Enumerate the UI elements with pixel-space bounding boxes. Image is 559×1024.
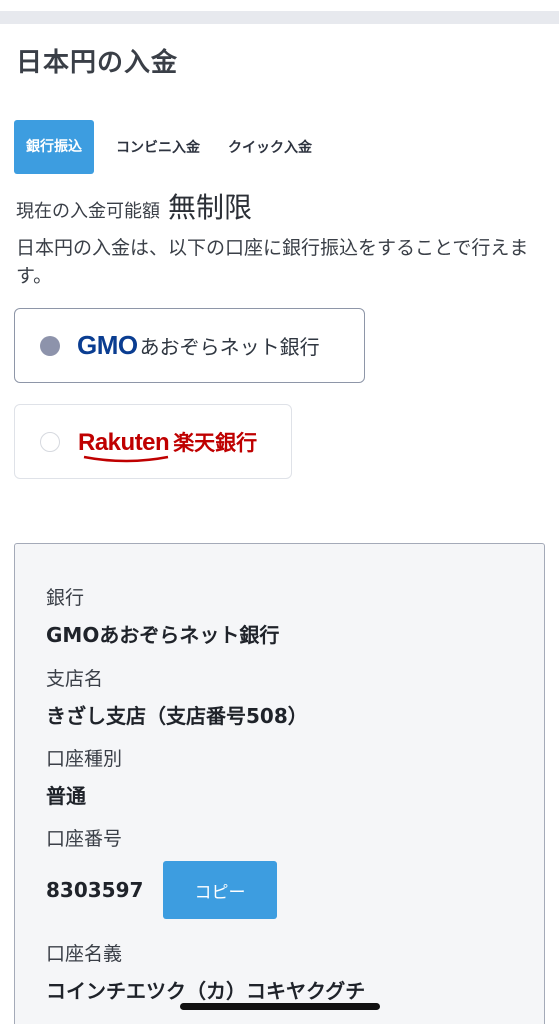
tab-bank-transfer[interactable]: 銀行振込 bbox=[14, 120, 94, 174]
bank-value: GMOあおぞらネット銀行 bbox=[46, 623, 280, 647]
rakuten-bank-logo: Rakuten 楽天銀行 bbox=[78, 427, 258, 462]
deposit-method-tabs: 銀行振込 コンビニ入金 クイック入金 bbox=[14, 120, 340, 174]
gmo-logo-mark: GMO bbox=[77, 330, 138, 360]
gmo-aozora-logo: GMO あおぞらネット銀行 bbox=[77, 330, 320, 361]
deposit-limit: 現在の入金可能額 無制限 bbox=[16, 186, 252, 226]
account-number-label: 口座番号 bbox=[46, 828, 123, 850]
bank-option-gmo[interactable]: GMO あおぞらネット銀行 bbox=[14, 308, 365, 383]
rakuten-logo-word: Rakuten bbox=[78, 428, 170, 462]
account-holder-value: コインチエツク（カ）コキヤクグチ bbox=[46, 979, 366, 1003]
top-bar bbox=[0, 0, 559, 24]
bank-option-rakuten[interactable]: Rakuten 楽天銀行 bbox=[14, 404, 292, 479]
account-type-label: 口座種別 bbox=[46, 748, 123, 770]
tab-quick-deposit[interactable]: クイック入金 bbox=[228, 137, 312, 157]
gmo-bank-name: あおぞらネット銀行 bbox=[139, 335, 320, 359]
account-holder-label: 口座名義 bbox=[46, 943, 123, 965]
radio-unselected-icon[interactable] bbox=[40, 431, 60, 452]
home-indicator[interactable] bbox=[180, 1003, 380, 1010]
rakuten-logo-mark: Rakuten bbox=[78, 428, 170, 456]
branch-label: 支店名 bbox=[46, 668, 104, 690]
bank-label: 銀行 bbox=[46, 587, 85, 609]
rakuten-bank-name: 楽天銀行 bbox=[173, 430, 258, 455]
account-number-value: 8303597 bbox=[46, 878, 144, 902]
account-info-card: 銀行 GMOあおぞらネット銀行 支店名 きざし支店（支店番号508） 口座種別 … bbox=[14, 543, 545, 1024]
account-type-value: 普通 bbox=[46, 784, 86, 808]
branch-value: きざし支店（支店番号508） bbox=[46, 704, 308, 728]
page-title: 日本円の入金 bbox=[16, 48, 179, 78]
tab-convenience-store[interactable]: コンビニ入金 bbox=[116, 137, 200, 157]
copy-button[interactable]: コピー bbox=[163, 861, 277, 919]
radio-selected-icon[interactable] bbox=[40, 335, 60, 356]
deposit-limit-label: 現在の入金可能額 bbox=[16, 201, 160, 222]
top-bar-shade bbox=[0, 11, 559, 24]
rakuten-swoosh-icon bbox=[83, 455, 169, 462]
deposit-description: 日本円の入金は、以下の口座に銀行振込をすることで行えます。 bbox=[16, 237, 529, 287]
deposit-limit-value: 無制限 bbox=[168, 191, 253, 224]
